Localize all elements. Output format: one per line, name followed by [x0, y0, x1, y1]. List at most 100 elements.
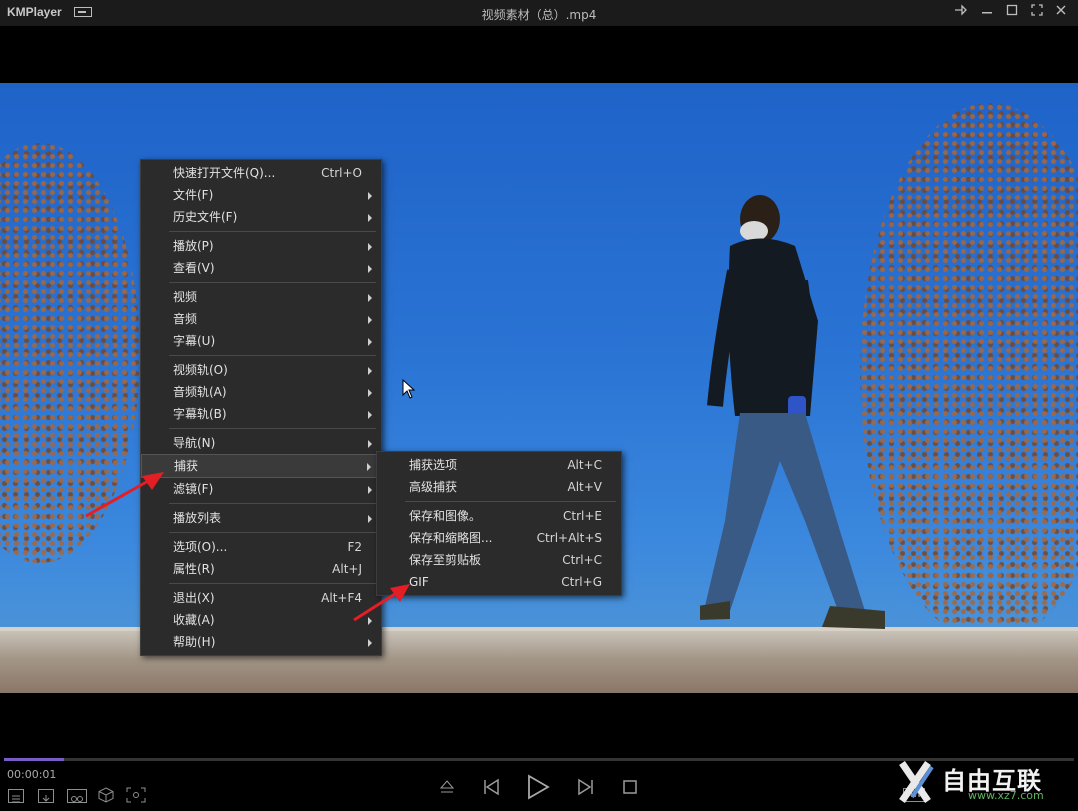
tree-right-image [860, 103, 1078, 643]
submenu-arrow-icon [368, 243, 372, 251]
submenu-arrow-icon [368, 440, 372, 448]
submenu-arrow-icon [368, 389, 372, 397]
submenu-arrow-icon [368, 338, 372, 346]
annotation-arrow-gif [353, 584, 410, 622]
menu-item-shortcut: Alt+C [567, 458, 602, 472]
menu-item[interactable]: 字幕(U) [141, 330, 381, 352]
menu-item-label: 保存和图像。 [409, 509, 482, 523]
previous-icon[interactable] [481, 777, 501, 801]
menu-item[interactable]: 帮助(H) [141, 631, 381, 653]
menu-item[interactable]: 退出(X) Alt+F4 [141, 587, 381, 609]
menu-item[interactable]: 音频轨(A) [141, 381, 381, 403]
menu-item-label: 属性(R) [173, 562, 215, 576]
submenu-arrow-icon [368, 639, 372, 647]
menu-item[interactable]: 字幕轨(B) [141, 403, 381, 425]
submenu-arrow-icon [368, 486, 372, 494]
menu-item-label: 视频轨(O) [173, 363, 228, 377]
stop-icon[interactable] [622, 779, 638, 799]
capture-screen-icon[interactable] [126, 787, 146, 807]
menu-item[interactable]: 查看(V) [141, 257, 381, 279]
menu-separator [169, 583, 376, 584]
menu-item[interactable]: 保存和图像。 Ctrl+E [377, 505, 621, 527]
menu-item[interactable]: 历史文件(F) [141, 206, 381, 228]
window-title: 视频素材（总）.mp4 [481, 8, 597, 22]
submenu-arrow-icon [367, 463, 371, 471]
menu-item-shortcut: Ctrl+Alt+S [536, 531, 602, 545]
menu-item-label: 播放列表 [173, 511, 222, 525]
menu-item[interactable]: 高级捕获 Alt+V [377, 476, 621, 498]
menu-item[interactable]: 文件(F) [141, 184, 381, 206]
playlist-icon[interactable] [8, 789, 24, 803]
menu-item-label: 保存至剪贴板 [409, 553, 482, 567]
watermark-url: www.xz7.com [968, 789, 1044, 802]
maximize-icon[interactable] [1004, 4, 1020, 20]
menu-item[interactable]: 收藏(A) [141, 609, 381, 631]
fullscreen-icon[interactable] [1029, 4, 1045, 20]
menu-item-shortcut: Ctrl+G [561, 575, 602, 589]
vr-icon[interactable] [67, 789, 87, 803]
menu-item[interactable]: 视频 [141, 286, 381, 308]
close-icon[interactable] [1053, 4, 1069, 20]
menu-item[interactable]: 播放(P) [141, 235, 381, 257]
submenu-arrow-icon [368, 265, 372, 273]
menu-item-label: 导航(N) [173, 436, 216, 450]
next-icon[interactable] [576, 777, 596, 801]
menu-separator [169, 503, 376, 504]
menu-item-label: 音频 [173, 312, 198, 326]
menu-separator [169, 428, 376, 429]
3d-cube-icon[interactable] [97, 786, 115, 808]
menu-item[interactable]: 保存和缩略图... Ctrl+Alt+S [377, 527, 621, 549]
walking-man-image [700, 195, 885, 629]
watermark-logo: 自由互联 www.xz7.com [898, 757, 1073, 807]
menu-item-label: 音频轨(A) [173, 385, 227, 399]
current-time: 00:00:01 [7, 768, 57, 781]
submenu-arrow-icon [368, 367, 372, 375]
menu-item-label: 保存和缩略图... [409, 531, 493, 545]
menu-separator [169, 282, 376, 283]
title-bar: KMPlayer 视频素材（总）.mp4 [0, 0, 1078, 26]
menu-item-label: 快速打开文件(Q)... [173, 166, 276, 180]
menu-item-label: 查看(V) [173, 261, 215, 275]
mouse-cursor-icon [402, 379, 416, 399]
submenu-arrow-icon [368, 515, 372, 523]
menu-item[interactable]: 导航(N) [141, 432, 381, 454]
menu-item[interactable]: 选项(O)... F2 [141, 536, 381, 558]
minimize-icon[interactable] [979, 4, 995, 20]
menu-item[interactable]: 捕获 [141, 454, 381, 478]
menu-item[interactable]: 音频 [141, 308, 381, 330]
submenu-arrow-icon [368, 294, 372, 302]
pin-icon[interactable] [953, 4, 969, 20]
menu-item-shortcut: Alt+V [567, 480, 602, 494]
capture-submenu: 捕获选项 Alt+C 高级捕获 Alt+V 保存和图像。 Ctrl+E 保存和缩略图... C… [376, 451, 622, 596]
menu-separator [169, 532, 376, 533]
menu-item-label: 文件(F) [173, 188, 214, 202]
menu-item[interactable]: 滤镜(F) [141, 478, 381, 500]
menu-separator [405, 501, 616, 502]
annotation-arrow-capture [85, 472, 164, 518]
menu-item-label: 退出(X) [173, 591, 215, 605]
menu-item-label: 播放(P) [173, 239, 214, 253]
menu-item[interactable]: 视频轨(O) [141, 359, 381, 381]
menu-item-label: 捕获选项 [409, 458, 458, 472]
menu-item-label: 滤镜(F) [173, 482, 214, 496]
menu-item-label: 字幕(U) [173, 334, 216, 348]
menu-item[interactable]: 属性(R) Alt+J [141, 558, 381, 580]
menu-item-label: 高级捕获 [409, 480, 458, 494]
eject-icon[interactable] [438, 777, 456, 801]
play-icon[interactable] [525, 773, 551, 805]
menu-item-shortcut: Ctrl+E [563, 509, 602, 523]
menu-item[interactable]: 播放列表 [141, 507, 381, 529]
menu-item[interactable]: 捕获选项 Alt+C [377, 454, 621, 476]
menu-item[interactable]: 保存至剪贴板 Ctrl+C [377, 549, 621, 571]
download-icon[interactable] [38, 789, 54, 803]
menu-item-shortcut: Ctrl+C [562, 553, 602, 567]
submenu-arrow-icon [368, 316, 372, 324]
menu-item-label: 捕获 [174, 459, 199, 473]
submenu-arrow-icon [368, 411, 372, 419]
menu-item-shortcut: Alt+J [332, 562, 362, 576]
menu-separator [169, 355, 376, 356]
menu-item-label: 选项(O)... [173, 540, 228, 554]
menu-item-label: 字幕轨(B) [173, 407, 227, 421]
menu-item[interactable]: 快速打开文件(Q)... Ctrl+O [141, 162, 381, 184]
menu-item-label: 视频 [173, 290, 198, 304]
